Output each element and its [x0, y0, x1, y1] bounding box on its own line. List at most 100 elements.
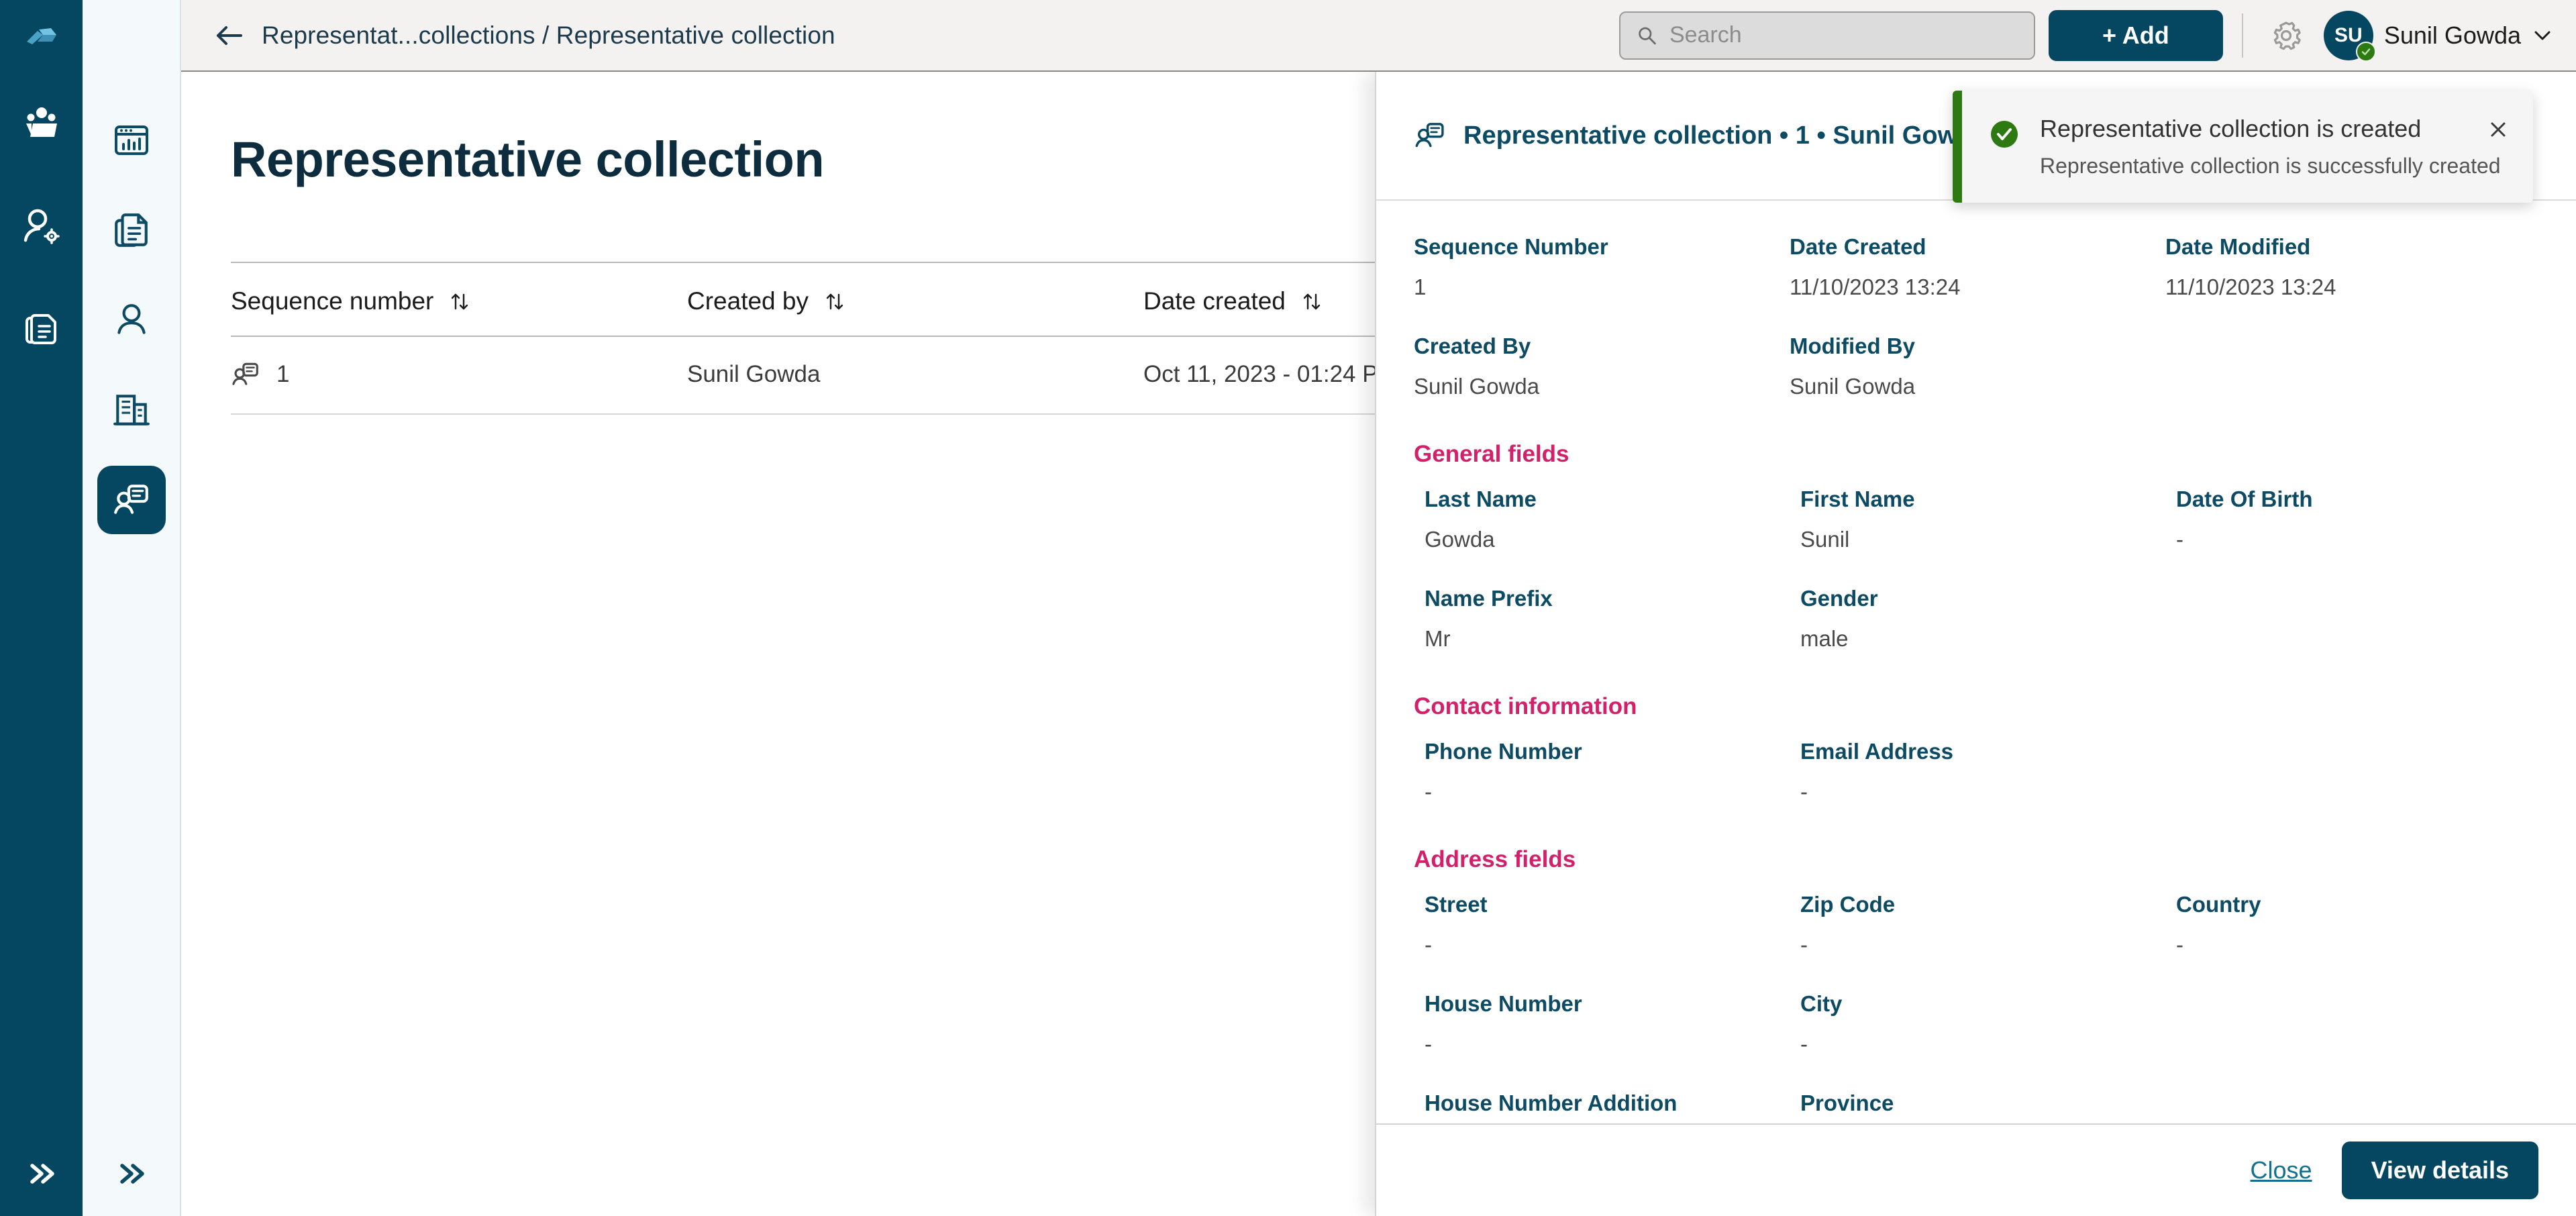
field-spacer [2176, 586, 2538, 685]
section-title-address-fields: Address fields [1414, 846, 2538, 873]
chevron-down-icon [2532, 28, 2553, 43]
section-title-general-fields: General fields [1414, 441, 2538, 468]
field-label: Modified By [1790, 334, 2165, 359]
sidebar-item-person[interactable] [97, 286, 166, 354]
search-icon [1637, 24, 1657, 47]
sort-updown-icon[interactable] [448, 290, 471, 313]
field-value: Gowda [1425, 527, 1800, 552]
field-value: - [2176, 932, 2538, 958]
settings-button[interactable] [2262, 11, 2310, 60]
success-check-icon [1986, 116, 2022, 156]
column-header-sequence-number[interactable]: Sequence number [231, 262, 687, 336]
field-label: City [1800, 991, 2176, 1017]
add-button[interactable]: + Add [2049, 10, 2223, 61]
sidebar-item-organisation[interactable] [97, 376, 166, 444]
general-fields-grid: Last Name Gowda First Name Sunil Date Of… [1414, 487, 2538, 685]
field-country: Country - [2176, 892, 2538, 991]
field-value: - [1800, 1031, 2176, 1057]
sidebar-item-representative-collection[interactable] [97, 466, 166, 534]
field-province: Province - [1800, 1091, 2176, 1123]
field-label: Date Modified [2165, 234, 2538, 260]
projects-folder-icon [21, 106, 62, 144]
sidebar-item-documents[interactable] [97, 196, 166, 264]
field-date-modified: Date Modified 11/10/2023 13:24 [2165, 234, 2538, 334]
topbar-divider [2242, 13, 2243, 58]
view-details-button[interactable]: View details [2342, 1142, 2538, 1199]
field-label: Date Created [1790, 234, 2165, 260]
sidebar-item-user-settings[interactable] [0, 192, 83, 262]
arrow-left-icon [214, 23, 245, 48]
field-spacer [2176, 739, 2538, 838]
section-title-contact-information: Contact information [1414, 693, 2538, 720]
dashboard-chart-icon [112, 121, 151, 160]
cell-sequence-number: 1 [231, 336, 687, 414]
field-label: Created By [1414, 334, 1790, 359]
field-label: First Name [1800, 487, 2176, 512]
sort-updown-icon[interactable] [823, 290, 846, 313]
field-label: Zip Code [1800, 892, 2176, 917]
field-value: Sunil [1800, 527, 2176, 552]
sidebar-item-dashboard[interactable] [97, 106, 166, 174]
sidebar-item-documents-collection[interactable] [0, 294, 83, 364]
field-label: Gender [1800, 586, 2176, 611]
double-chevron-right-icon [24, 1160, 59, 1187]
field-street: Street - [1425, 892, 1800, 991]
field-label: Email Address [1800, 739, 2176, 764]
field-value: - [2176, 527, 2538, 552]
sort-updown-icon[interactable] [1300, 290, 1323, 313]
field-name-prefix: Name Prefix Mr [1425, 586, 1800, 685]
field-date-created: Date Created 11/10/2023 13:24 [1790, 234, 2165, 334]
field-value: Mr [1425, 626, 1800, 652]
content-area: Representative collection Sequence numbe… [181, 72, 2576, 1216]
search-box[interactable] [1619, 11, 2035, 60]
field-value: - [1425, 932, 1800, 958]
avatar: SU [2324, 11, 2373, 60]
field-value: 11/10/2023 13:24 [2165, 274, 2538, 300]
close-button[interactable]: Close [2251, 1156, 2312, 1184]
expand-secondary-sidebar-button[interactable] [83, 1144, 180, 1204]
double-chevron-right-icon [114, 1160, 149, 1187]
avatar-status-badge [2356, 42, 2376, 62]
gear-icon [2268, 17, 2304, 54]
toast-close-button[interactable] [2483, 115, 2513, 146]
user-settings-icon [21, 208, 62, 246]
breadcrumb[interactable]: Representat...collections / Representati… [262, 21, 835, 50]
check-badge-icon [2360, 46, 2372, 58]
avatar-initials: SU [2334, 24, 2363, 47]
field-email-address: Email Address - [1800, 739, 2176, 838]
column-header-label: Date created [1143, 287, 1286, 315]
field-spacer [2176, 991, 2538, 1091]
field-modified-by: Modified By Sunil Gowda [1790, 334, 2165, 433]
sequence-number-value: 1 [276, 361, 289, 388]
column-header-created-by[interactable]: Created by [687, 262, 1143, 336]
field-label: Province [1800, 1091, 2176, 1116]
field-city: City - [1800, 991, 2176, 1091]
field-value: - [1800, 779, 2176, 805]
person-icon [112, 301, 151, 340]
field-label: Street [1425, 892, 1800, 917]
application-window: Representat...collections / Representati… [0, 0, 2576, 1216]
field-label: Sequence Number [1414, 234, 1790, 260]
back-button[interactable] [211, 17, 248, 54]
secondary-sidebar [83, 0, 181, 1216]
documents-collection-icon [23, 310, 60, 348]
detail-panel-title: Representative collection • 1 • Sunil Go… [1463, 121, 1987, 150]
detail-panel: Representative collection • 1 • Sunil Go… [1375, 72, 2576, 1216]
toast-subtitle: Representative collection is successfull… [2040, 154, 2466, 179]
field-label: Name Prefix [1425, 586, 1800, 611]
meta-fields-grid: Sequence Number 1 Date Created 11/10/202… [1414, 234, 2538, 433]
toast-texts: Representative collection is created Rep… [2040, 115, 2466, 179]
field-house-number-addition: House Number Addition - [1425, 1091, 1800, 1123]
main-column: Representat...collections / Representati… [181, 0, 2576, 1216]
field-value: - [1425, 1031, 1800, 1057]
sidebar-item-projects[interactable] [0, 90, 83, 160]
field-label: Phone Number [1425, 739, 1800, 764]
search-input[interactable] [1669, 22, 2018, 48]
field-label: House Number [1425, 991, 1800, 1017]
user-menu[interactable]: SU Sunil Gowda [2324, 11, 2553, 60]
field-spacer [2165, 334, 2538, 433]
expand-primary-sidebar-button[interactable] [0, 1144, 83, 1204]
primary-sidebar-items [0, 90, 83, 364]
app-logo[interactable] [0, 0, 83, 75]
field-value: 1 [1414, 274, 1790, 300]
